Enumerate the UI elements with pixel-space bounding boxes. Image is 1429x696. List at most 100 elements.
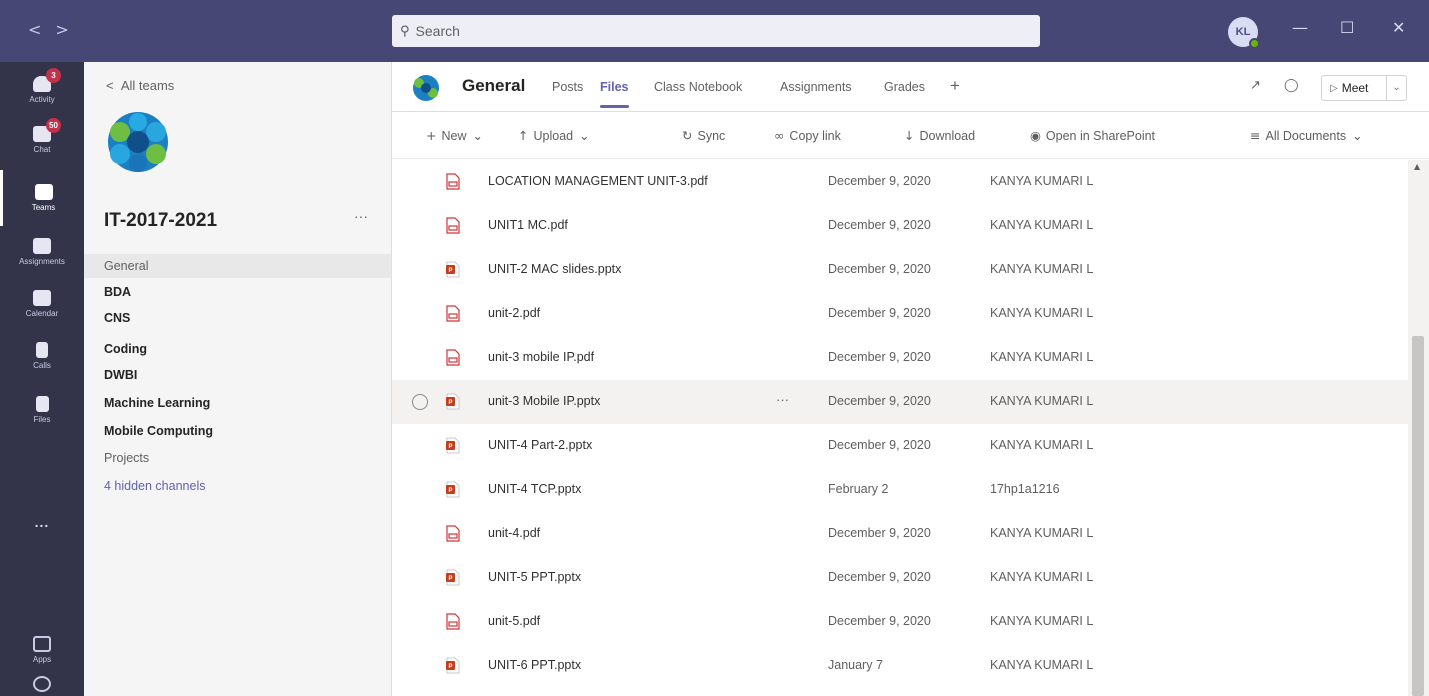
- svg-text:P: P: [448, 664, 452, 670]
- file-icon: [35, 396, 49, 412]
- new-button[interactable]: + New ⌄: [426, 128, 488, 143]
- download-button[interactable]: ↓ Download: [904, 128, 975, 143]
- table-row[interactable]: UNIT1 MC.pdf December 9, 2020 KANYA KUMARI…: [392, 204, 1408, 248]
- more-apps-icon[interactable]: ...: [0, 514, 84, 530]
- channel-item-general[interactable]: General: [84, 254, 391, 278]
- powerpoint-file-icon: P: [446, 569, 460, 586]
- file-name[interactable]: unit-3 mobile IP.pdf: [488, 350, 594, 364]
- row-select-checkbox[interactable]: [412, 394, 428, 410]
- modified-by: KANYA KUMARI L: [990, 174, 1094, 188]
- rail-item-chat[interactable]: 50 Chat: [0, 112, 84, 168]
- calendar-icon: [33, 290, 51, 306]
- rail-item-activity[interactable]: 3 Activity: [0, 62, 84, 118]
- table-row[interactable]: P UNIT-6 PPT.pptx January 7 KANYA KUMARI L: [392, 644, 1408, 688]
- avatar[interactable]: KL: [1228, 17, 1260, 49]
- file-name[interactable]: UNIT-4 Part-2.pptx: [488, 438, 592, 452]
- tab-assignments[interactable]: Assignments: [780, 80, 852, 94]
- meet-button[interactable]: ▷ Meet ⌄: [1321, 75, 1407, 101]
- file-name[interactable]: UNIT-4 TCP.pptx: [488, 482, 581, 496]
- table-row[interactable]: P UNIT-4 TCP.pptx February 2 17hp1a1216: [392, 468, 1408, 512]
- team-more-icon[interactable]: ···: [354, 208, 368, 224]
- tab-files[interactable]: Files: [600, 80, 629, 108]
- channel-item-mobile-computing[interactable]: Mobile Computing: [84, 419, 391, 443]
- forward-arrow-icon[interactable]: >: [55, 20, 82, 39]
- minimize-icon[interactable]: —: [1292, 18, 1308, 37]
- modified-date: December 9, 2020: [828, 614, 931, 628]
- rail-label: Calls: [33, 361, 51, 370]
- modified-by: KANYA KUMARI L: [990, 614, 1094, 628]
- view-label: All Documents: [1265, 129, 1347, 143]
- file-name[interactable]: unit-5.pdf: [488, 614, 540, 628]
- copy-link-button[interactable]: ∞ Copy link: [774, 128, 841, 143]
- modified-by: KANYA KUMARI L: [990, 394, 1094, 408]
- pdf-file-icon: [446, 305, 460, 322]
- rail-item-apps[interactable]: Apps: [0, 622, 84, 678]
- chat-badge: 50: [46, 118, 61, 133]
- file-name[interactable]: UNIT-5 PPT.pptx: [488, 570, 581, 584]
- open-in-sharepoint-button[interactable]: ◉ Open in SharePoint: [1030, 128, 1155, 143]
- channel-item-dwbi[interactable]: DWBI: [84, 363, 391, 387]
- rail-item-calendar[interactable]: Calendar: [0, 276, 84, 332]
- rail-item-help[interactable]: [0, 672, 84, 696]
- hidden-channels-link[interactable]: 4 hidden channels: [84, 474, 391, 498]
- expand-icon[interactable]: ↗: [1250, 78, 1261, 93]
- channel-item-cns[interactable]: CNS: [84, 306, 391, 330]
- add-tab-button[interactable]: +: [950, 76, 960, 96]
- all-teams-link[interactable]: < All teams: [106, 78, 174, 93]
- tab-grades[interactable]: Grades: [884, 80, 925, 94]
- svg-text:P: P: [448, 400, 452, 406]
- tab-posts[interactable]: Posts: [552, 80, 583, 94]
- modified-date: February 2: [828, 482, 889, 496]
- vertical-scrollbar[interactable]: ▲: [1408, 160, 1429, 696]
- modified-by: 17hp1a1216: [990, 482, 1060, 496]
- scroll-up-icon[interactable]: ▲: [1414, 162, 1420, 171]
- table-row[interactable]: unit-5.pdf December 9, 2020 KANYA KUMARI L: [392, 600, 1408, 644]
- table-row[interactable]: P UNIT-4 Part-2.pptx December 9, 2020 KANYA…: [392, 424, 1408, 468]
- file-name[interactable]: UNIT-2 MAC slides.pptx: [488, 262, 621, 276]
- view-selector[interactable]: ≡ All Documents ⌄: [1250, 128, 1368, 143]
- maximize-icon[interactable]: ☐: [1340, 18, 1354, 37]
- table-row[interactable]: unit-2.pdf December 9, 2020 KANYA KUMARI L: [392, 292, 1408, 336]
- close-icon[interactable]: ✕: [1392, 18, 1405, 37]
- table-row[interactable]: unit-4.pdf December 9, 2020 KANYA KUMARI L: [392, 512, 1408, 556]
- powerpoint-file-icon: P: [446, 481, 460, 498]
- download-icon: ↓: [904, 128, 915, 143]
- modified-by: KANYA KUMARI L: [990, 262, 1094, 276]
- rail-item-assignments[interactable]: Assignments: [0, 224, 84, 280]
- channel-item-machine-learning[interactable]: Machine Learning: [84, 391, 391, 415]
- file-name[interactable]: UNIT-6 PPT.pptx: [488, 658, 581, 672]
- scrollbar-thumb[interactable]: [1412, 336, 1424, 696]
- powerpoint-file-icon: P: [446, 393, 460, 410]
- table-row[interactable]: LOCATION MANAGEMENT UNIT-3.pdf December 9…: [392, 160, 1408, 204]
- channel-item-coding[interactable]: Coding: [84, 337, 391, 361]
- rail-item-files[interactable]: Files: [0, 382, 84, 438]
- search-icon: ⚲: [400, 23, 410, 39]
- sync-button[interactable]: ↻ Sync: [682, 128, 725, 143]
- history-nav: <>: [28, 20, 83, 39]
- search-input[interactable]: ⚲ Search: [392, 15, 1040, 47]
- meet-label: Meet: [1341, 81, 1369, 95]
- channel-logo: [413, 75, 439, 101]
- more-options-icon[interactable]: ···: [776, 392, 789, 407]
- upload-button[interactable]: ↑ Upload ⌄: [518, 128, 595, 143]
- chevron-down-icon[interactable]: ⌄: [1386, 76, 1406, 100]
- pdf-file-icon: [446, 217, 460, 234]
- table-row[interactable]: P UNIT-5 PPT.pptx December 9, 2020 KANYA KU…: [392, 556, 1408, 600]
- table-row[interactable]: Punit-3 Mobile IP.pptx ··· December 9, 202…: [392, 380, 1408, 424]
- table-row[interactable]: P UNIT-2 MAC slides.pptx December 9, 2020 K…: [392, 248, 1408, 292]
- back-arrow-icon[interactable]: <: [28, 20, 55, 39]
- channel-item-bda[interactable]: BDA: [84, 280, 391, 304]
- rail-item-calls[interactable]: Calls: [0, 328, 84, 384]
- channel-item-projects[interactable]: Projects: [84, 446, 391, 470]
- file-name[interactable]: unit-3 Mobile IP.pptx: [488, 394, 600, 408]
- file-name[interactable]: LOCATION MANAGEMENT UNIT-3.pdf: [488, 174, 708, 188]
- rail-item-teams[interactable]: Teams: [0, 170, 84, 226]
- file-name[interactable]: unit-4.pdf: [488, 526, 540, 540]
- table-row[interactable]: unit-3 mobile IP.pdf December 9, 2020 KANY…: [392, 336, 1408, 380]
- modified-date: December 9, 2020: [828, 438, 931, 452]
- tab-class-notebook[interactable]: Class Notebook: [654, 80, 742, 94]
- file-name[interactable]: unit-2.pdf: [488, 306, 540, 320]
- chevron-down-icon: ⌄: [472, 128, 483, 143]
- file-name[interactable]: UNIT1 MC.pdf: [488, 218, 568, 232]
- refresh-icon[interactable]: ◯: [1284, 78, 1299, 93]
